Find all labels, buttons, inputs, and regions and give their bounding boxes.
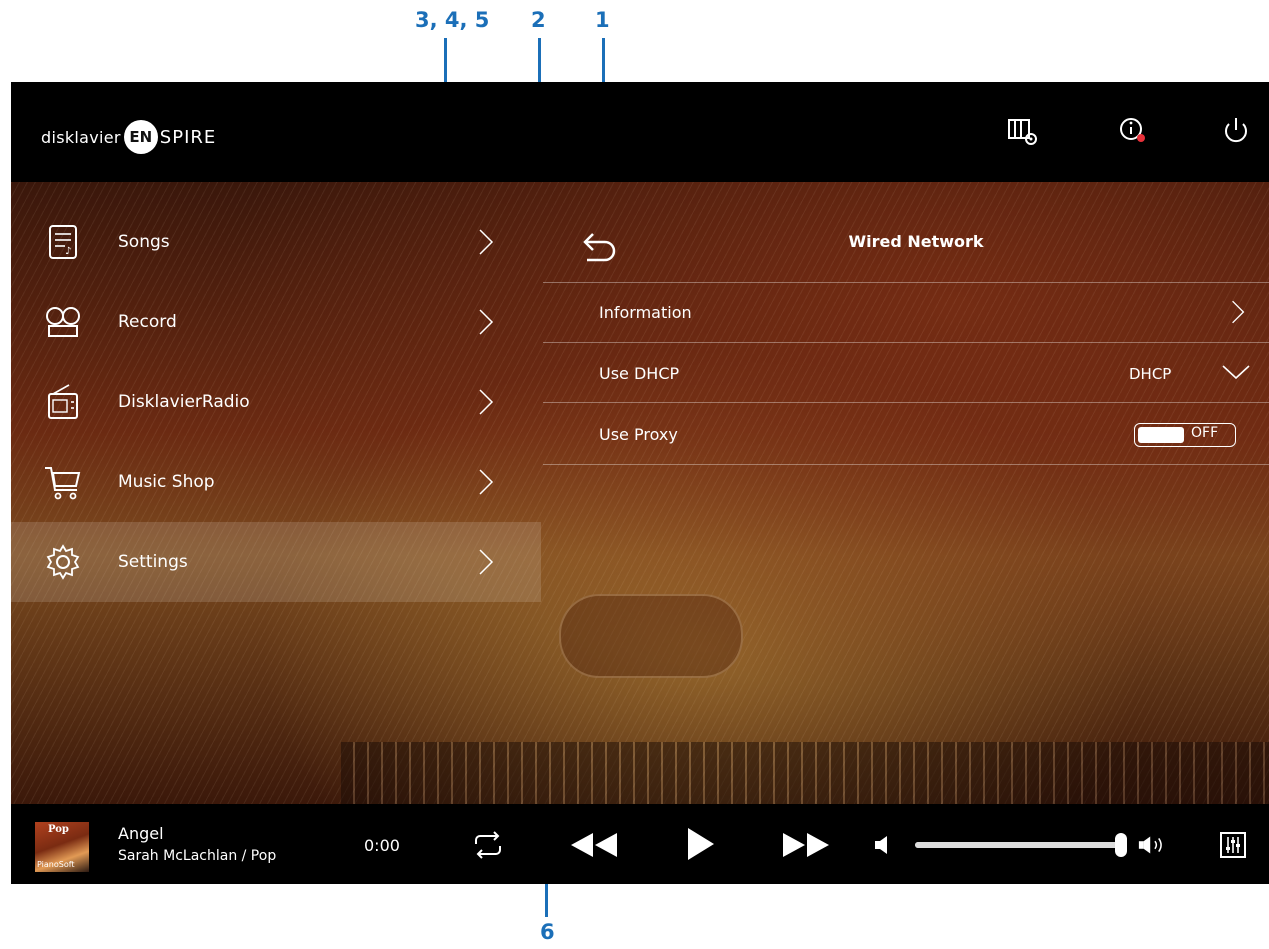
fast-forward-icon[interactable]: [781, 830, 831, 860]
sidebar-item-songs[interactable]: ♪ Songs: [11, 202, 541, 282]
information-label: Information: [599, 303, 692, 322]
chevron-right-icon: [1232, 300, 1245, 324]
volume-high-icon[interactable]: [1137, 833, 1171, 857]
rewind-icon[interactable]: [569, 830, 619, 860]
top-bar: disklavier EN SPIRE: [11, 82, 1269, 182]
toggle-state: OFF: [1191, 425, 1219, 441]
sidebar-item-disklavierradio[interactable]: DisklavierRadio: [11, 362, 541, 442]
song-artist: Sarah McLachlan / Pop: [118, 848, 277, 864]
information-row[interactable]: Information: [543, 282, 1269, 342]
dhcp-select-value[interactable]: DHCP: [1129, 365, 1171, 383]
songs-icon: ♪: [49, 225, 77, 259]
song-title: Angel: [118, 824, 164, 843]
sidebar-item-label: Record: [118, 312, 177, 332]
device-screen: disklavier EN SPIRE ♪ Songs Record Diskl…: [11, 82, 1269, 884]
power-icon[interactable]: [1219, 114, 1253, 148]
sidebar-item-label: Music Shop: [118, 472, 215, 492]
playback-time: 0:00: [364, 836, 400, 855]
divider: [543, 464, 1269, 465]
repeat-icon[interactable]: [468, 830, 508, 860]
album-art[interactable]: Pop PianoSoft: [35, 822, 89, 872]
sidebar-item-label: Songs: [118, 232, 170, 252]
chevron-right-icon: [479, 549, 494, 575]
sidebar-item-record[interactable]: Record: [11, 282, 541, 362]
mixer-icon[interactable]: [1218, 830, 1248, 860]
callout-6: 6: [540, 920, 555, 944]
volume-knob[interactable]: [1115, 833, 1127, 857]
record-icon: [46, 307, 80, 337]
info-icon[interactable]: [1116, 114, 1150, 148]
gear-icon: [46, 544, 80, 580]
use-proxy-label: Use Proxy: [599, 425, 678, 444]
svg-text:♪: ♪: [65, 246, 71, 257]
use-dhcp-label: Use DHCP: [599, 364, 680, 383]
chevron-right-icon: [479, 389, 494, 415]
volume-fill: [915, 842, 1121, 848]
use-proxy-toggle[interactable]: OFF: [1134, 423, 1236, 447]
toggle-knob: [1138, 427, 1184, 443]
volume-slider[interactable]: [915, 833, 1127, 857]
sidebar-item-settings[interactable]: Settings: [11, 522, 541, 602]
piano-settings-icon[interactable]: [1006, 114, 1040, 148]
radio-icon: [48, 384, 78, 419]
callout-2: 2: [531, 8, 546, 32]
chevron-down-icon[interactable]: [1220, 362, 1252, 382]
panel-title: Wired Network: [848, 232, 984, 251]
chevron-right-icon: [479, 469, 494, 495]
sidebar-item-music-shop[interactable]: Music Shop: [11, 442, 541, 522]
app-logo: disklavier EN SPIRE: [41, 120, 216, 154]
volume-low-icon[interactable]: [873, 833, 893, 857]
sidebar-item-label: DisklavierRadio: [118, 392, 250, 412]
chevron-right-icon: [479, 309, 494, 335]
back-button[interactable]: [579, 228, 619, 268]
yamaha-plaque: [559, 594, 743, 678]
callout-1: 1: [595, 8, 610, 32]
player-bar: Pop PianoSoft Angel Sarah McLachlan / Po…: [11, 804, 1269, 884]
sidebar-item-label: Settings: [118, 552, 188, 572]
chevron-right-icon: [479, 229, 494, 255]
callout-345: 3, 4, 5: [415, 8, 490, 32]
shopping-cart-icon: [45, 467, 81, 500]
play-icon[interactable]: [686, 826, 716, 862]
